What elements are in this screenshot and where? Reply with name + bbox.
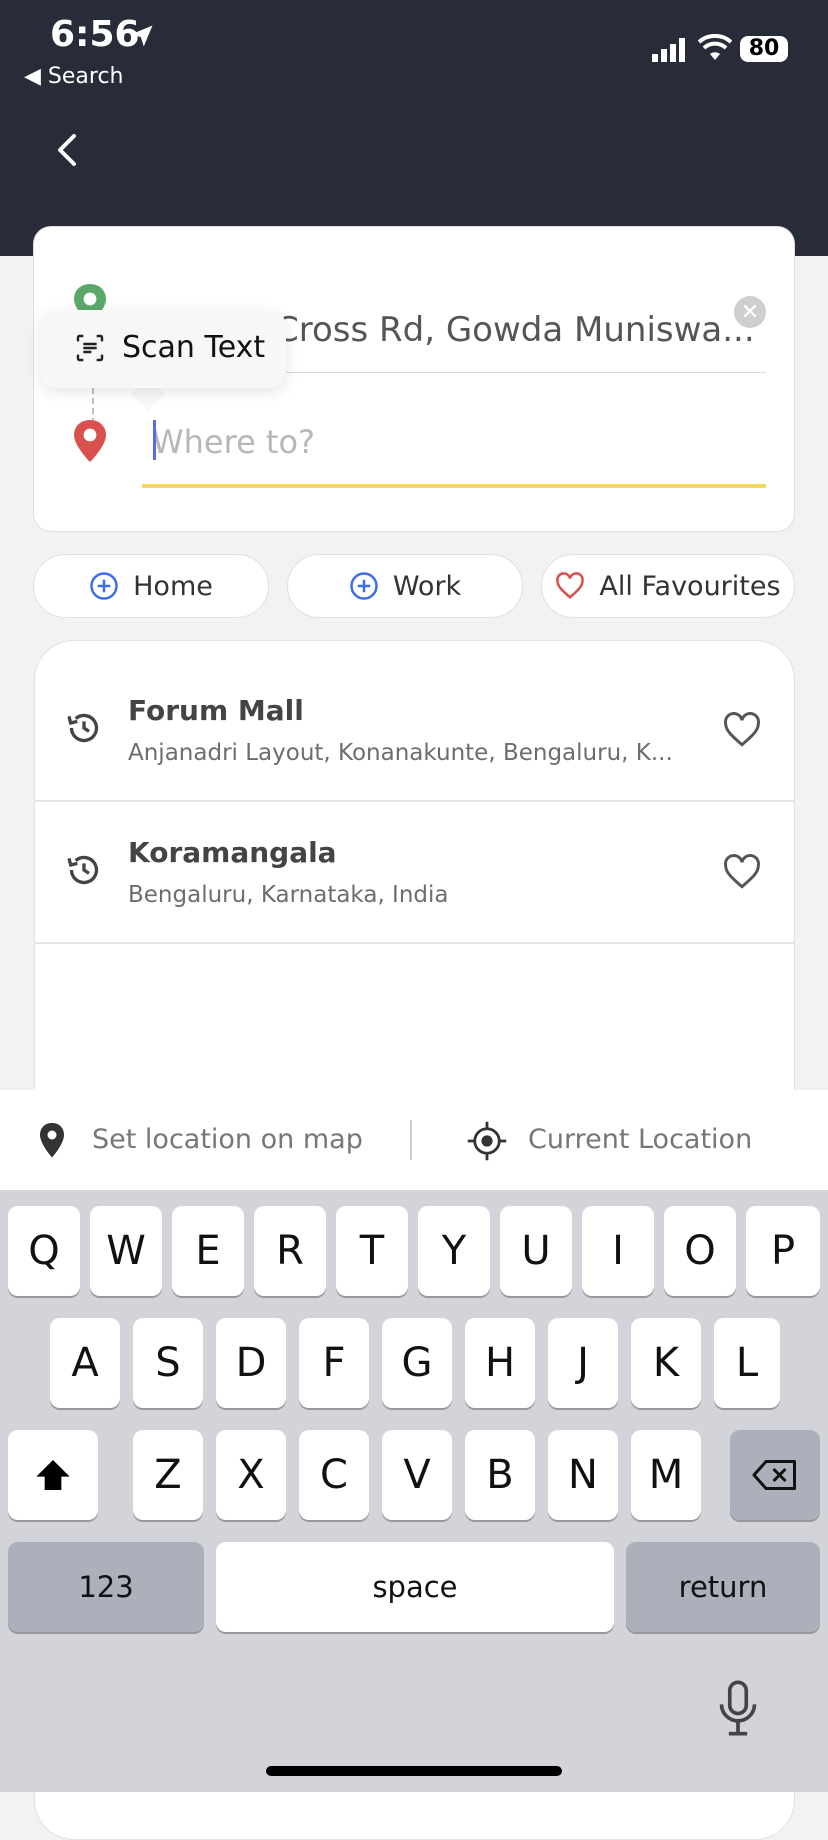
destination-pin-icon bbox=[74, 420, 106, 462]
location-arrow-icon bbox=[131, 25, 153, 47]
all-favourites-label: All Favourites bbox=[599, 570, 781, 602]
all-favourites-chip[interactable]: All Favourites bbox=[541, 554, 795, 618]
key-q[interactable]: Q bbox=[8, 1206, 80, 1296]
key-x[interactable]: X bbox=[216, 1430, 286, 1520]
key-z[interactable]: Z bbox=[133, 1430, 203, 1520]
backspace-icon bbox=[752, 1460, 796, 1490]
key-f[interactable]: F bbox=[299, 1318, 369, 1408]
backspace-key[interactable] bbox=[730, 1430, 820, 1520]
return-key[interactable]: return bbox=[626, 1542, 820, 1632]
place-subtitle: Anjanadri Layout, Konanakunte, Bengaluru… bbox=[128, 740, 673, 766]
key-t[interactable]: T bbox=[336, 1206, 408, 1296]
key-y[interactable]: Y bbox=[418, 1206, 490, 1296]
row-divider bbox=[34, 942, 795, 944]
clear-origin-button[interactable]: ✕ bbox=[734, 296, 766, 328]
favourite-heart-icon[interactable] bbox=[722, 712, 762, 748]
scan-text-label: Scan Text bbox=[122, 330, 266, 365]
key-r[interactable]: R bbox=[254, 1206, 326, 1296]
current-location-label: Current Location bbox=[528, 1124, 753, 1155]
key-k[interactable]: K bbox=[631, 1318, 701, 1408]
back-app-label: Search bbox=[47, 64, 124, 89]
key-u[interactable]: U bbox=[500, 1206, 572, 1296]
history-icon bbox=[67, 855, 99, 885]
key-v[interactable]: V bbox=[382, 1430, 452, 1520]
back-to-app-link[interactable]: ◀ Search bbox=[24, 64, 124, 89]
key-n[interactable]: N bbox=[548, 1430, 618, 1520]
crosshair-icon bbox=[467, 1121, 507, 1161]
shift-key[interactable] bbox=[8, 1430, 98, 1520]
key-s[interactable]: S bbox=[133, 1318, 203, 1408]
recent-place-item[interactable] bbox=[34, 660, 795, 800]
key-g[interactable]: G bbox=[382, 1318, 452, 1408]
map-pin-icon bbox=[40, 1123, 64, 1158]
key-p[interactable]: P bbox=[746, 1206, 820, 1296]
origin-field[interactable]: Cross Rd, Gowda Muniswa... bbox=[275, 310, 755, 350]
key-l[interactable]: L bbox=[714, 1318, 780, 1408]
home-indicator bbox=[266, 1766, 562, 1776]
key-c[interactable]: C bbox=[299, 1430, 369, 1520]
key-e[interactable]: E bbox=[172, 1206, 244, 1296]
scan-text-icon bbox=[76, 334, 104, 362]
place-title: Forum Mall bbox=[128, 694, 304, 727]
status-time: 6:56 bbox=[50, 14, 140, 55]
home-chip[interactable]: Home bbox=[33, 554, 269, 618]
shift-icon bbox=[36, 1460, 70, 1490]
heart-icon bbox=[556, 572, 585, 599]
work-chip[interactable]: Work bbox=[287, 554, 523, 618]
key-i[interactable]: I bbox=[582, 1206, 654, 1296]
key-d[interactable]: D bbox=[216, 1318, 286, 1408]
text-cursor bbox=[153, 420, 156, 460]
back-chevron-icon[interactable] bbox=[52, 130, 82, 170]
place-title: Koramangala bbox=[128, 836, 337, 869]
battery-indicator: 80 bbox=[740, 36, 788, 62]
plus-circle-icon bbox=[90, 572, 118, 600]
history-icon bbox=[67, 713, 99, 743]
set-location-label: Set location on map bbox=[92, 1124, 363, 1155]
key-a[interactable]: A bbox=[50, 1318, 120, 1408]
key-b[interactable]: B bbox=[465, 1430, 535, 1520]
microphone-icon[interactable] bbox=[716, 1678, 760, 1738]
signal-icon bbox=[652, 38, 685, 62]
numbers-key[interactable]: 123 bbox=[8, 1542, 204, 1632]
destination-underline bbox=[142, 484, 766, 488]
place-subtitle: Bengaluru, Karnataka, India bbox=[128, 882, 449, 908]
key-h[interactable]: H bbox=[465, 1318, 535, 1408]
space-key[interactable]: space bbox=[216, 1542, 614, 1632]
key-j[interactable]: J bbox=[548, 1318, 618, 1408]
wifi-icon bbox=[698, 34, 732, 60]
action-divider bbox=[410, 1120, 412, 1160]
key-m[interactable]: M bbox=[631, 1430, 701, 1520]
destination-input[interactable] bbox=[142, 418, 782, 466]
plus-circle-icon bbox=[350, 572, 378, 600]
key-o[interactable]: O bbox=[664, 1206, 736, 1296]
favourite-heart-icon[interactable] bbox=[722, 854, 762, 890]
home-chip-label: Home bbox=[133, 570, 213, 602]
recent-place-item[interactable] bbox=[34, 802, 795, 942]
key-w[interactable]: W bbox=[90, 1206, 162, 1296]
work-chip-label: Work bbox=[392, 570, 462, 602]
